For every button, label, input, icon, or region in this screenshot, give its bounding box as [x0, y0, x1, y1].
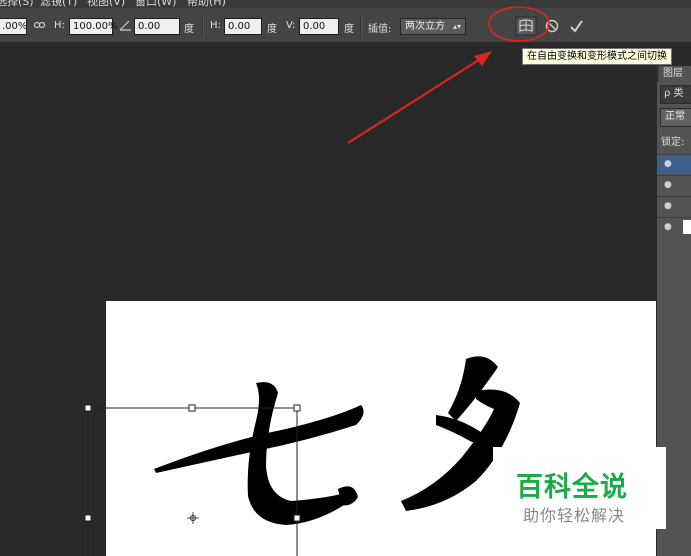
annotation-arrowhead — [474, 51, 492, 66]
menu-select[interactable]: 选择(S) — [0, 0, 34, 8]
eye-icon[interactable]: ● — [664, 180, 672, 190]
height-label: H: — [54, 20, 65, 31]
layer-thumbnail — [683, 220, 691, 234]
menu-view[interactable]: 视图(V) — [87, 0, 125, 8]
width-percent-field[interactable]: .00% — [0, 18, 27, 35]
rotation-angle-field[interactable]: 0.00 — [134, 18, 180, 35]
cancel-transform-icon[interactable] — [545, 19, 559, 36]
transform-handle — [84, 514, 92, 522]
menu-window[interactable]: 窗口(W) — [135, 0, 176, 8]
menu-filter[interactable]: 滤镜(T) — [40, 0, 77, 8]
eye-icon[interactable]: ● — [664, 201, 672, 211]
transform-handle — [84, 404, 92, 412]
height-percent-field[interactable]: 100.00% — [69, 18, 118, 35]
angle-icon — [119, 19, 132, 34]
skew-v-label: V: — [286, 20, 296, 31]
transform-options-bar: .00% H: 100.00% 0.00 度 H: 0.00 度 V: 0.00… — [0, 8, 691, 43]
lock-label: 锁定: — [661, 137, 685, 148]
layer-row[interactable]: ● — [657, 217, 691, 237]
tab-layers[interactable]: 图层 — [659, 66, 691, 82]
interpolation-select[interactable]: 两次立方 ▴▾ — [400, 18, 466, 35]
menu-bar: 选择(S) 滤镜(T) 视图(V) 窗口(W) 帮助(H) — [0, 0, 691, 8]
layer-row[interactable]: ● — [657, 154, 691, 174]
blend-mode-select[interactable]: 正常 — [660, 108, 691, 127]
rotation-degree-unit: 度 — [184, 24, 194, 35]
skew-v-unit: 度 — [344, 24, 354, 35]
select-arrow-icon: ▴▾ — [452, 22, 461, 31]
eye-icon[interactable]: ● — [664, 159, 672, 169]
layer-row[interactable]: ● — [657, 175, 691, 195]
eye-icon[interactable]: ● — [664, 222, 672, 232]
warp-toggle-icon[interactable] — [515, 16, 537, 39]
watermark-subtitle: 助你轻松解决 — [523, 506, 626, 525]
warp-tooltip: 在自由变换和变形模式之间切换 — [522, 48, 672, 65]
watermark-title: 百科全说 — [516, 472, 628, 503]
skew-h-field[interactable]: 0.00 — [224, 18, 262, 35]
annotation-arrow — [347, 55, 486, 144]
commit-check-icon[interactable] — [569, 19, 584, 36]
skew-h-label: H: — [210, 20, 221, 31]
skew-v-field[interactable]: 0.00 — [299, 18, 339, 35]
menu-help[interactable]: 帮助(H) — [187, 0, 226, 8]
link-icon[interactable] — [33, 19, 46, 34]
layer-filter-input[interactable]: ρ 类 — [660, 85, 691, 104]
divider — [360, 16, 362, 37]
divider — [202, 16, 204, 37]
layer-row[interactable]: ● — [657, 196, 691, 216]
interpolation-value: 两次立方 — [405, 21, 445, 32]
skew-h-unit: 度 — [267, 24, 277, 35]
interpolation-label: 插值: — [368, 24, 392, 35]
watermark-logo: 百科全说 助你轻松解决 — [493, 447, 666, 529]
